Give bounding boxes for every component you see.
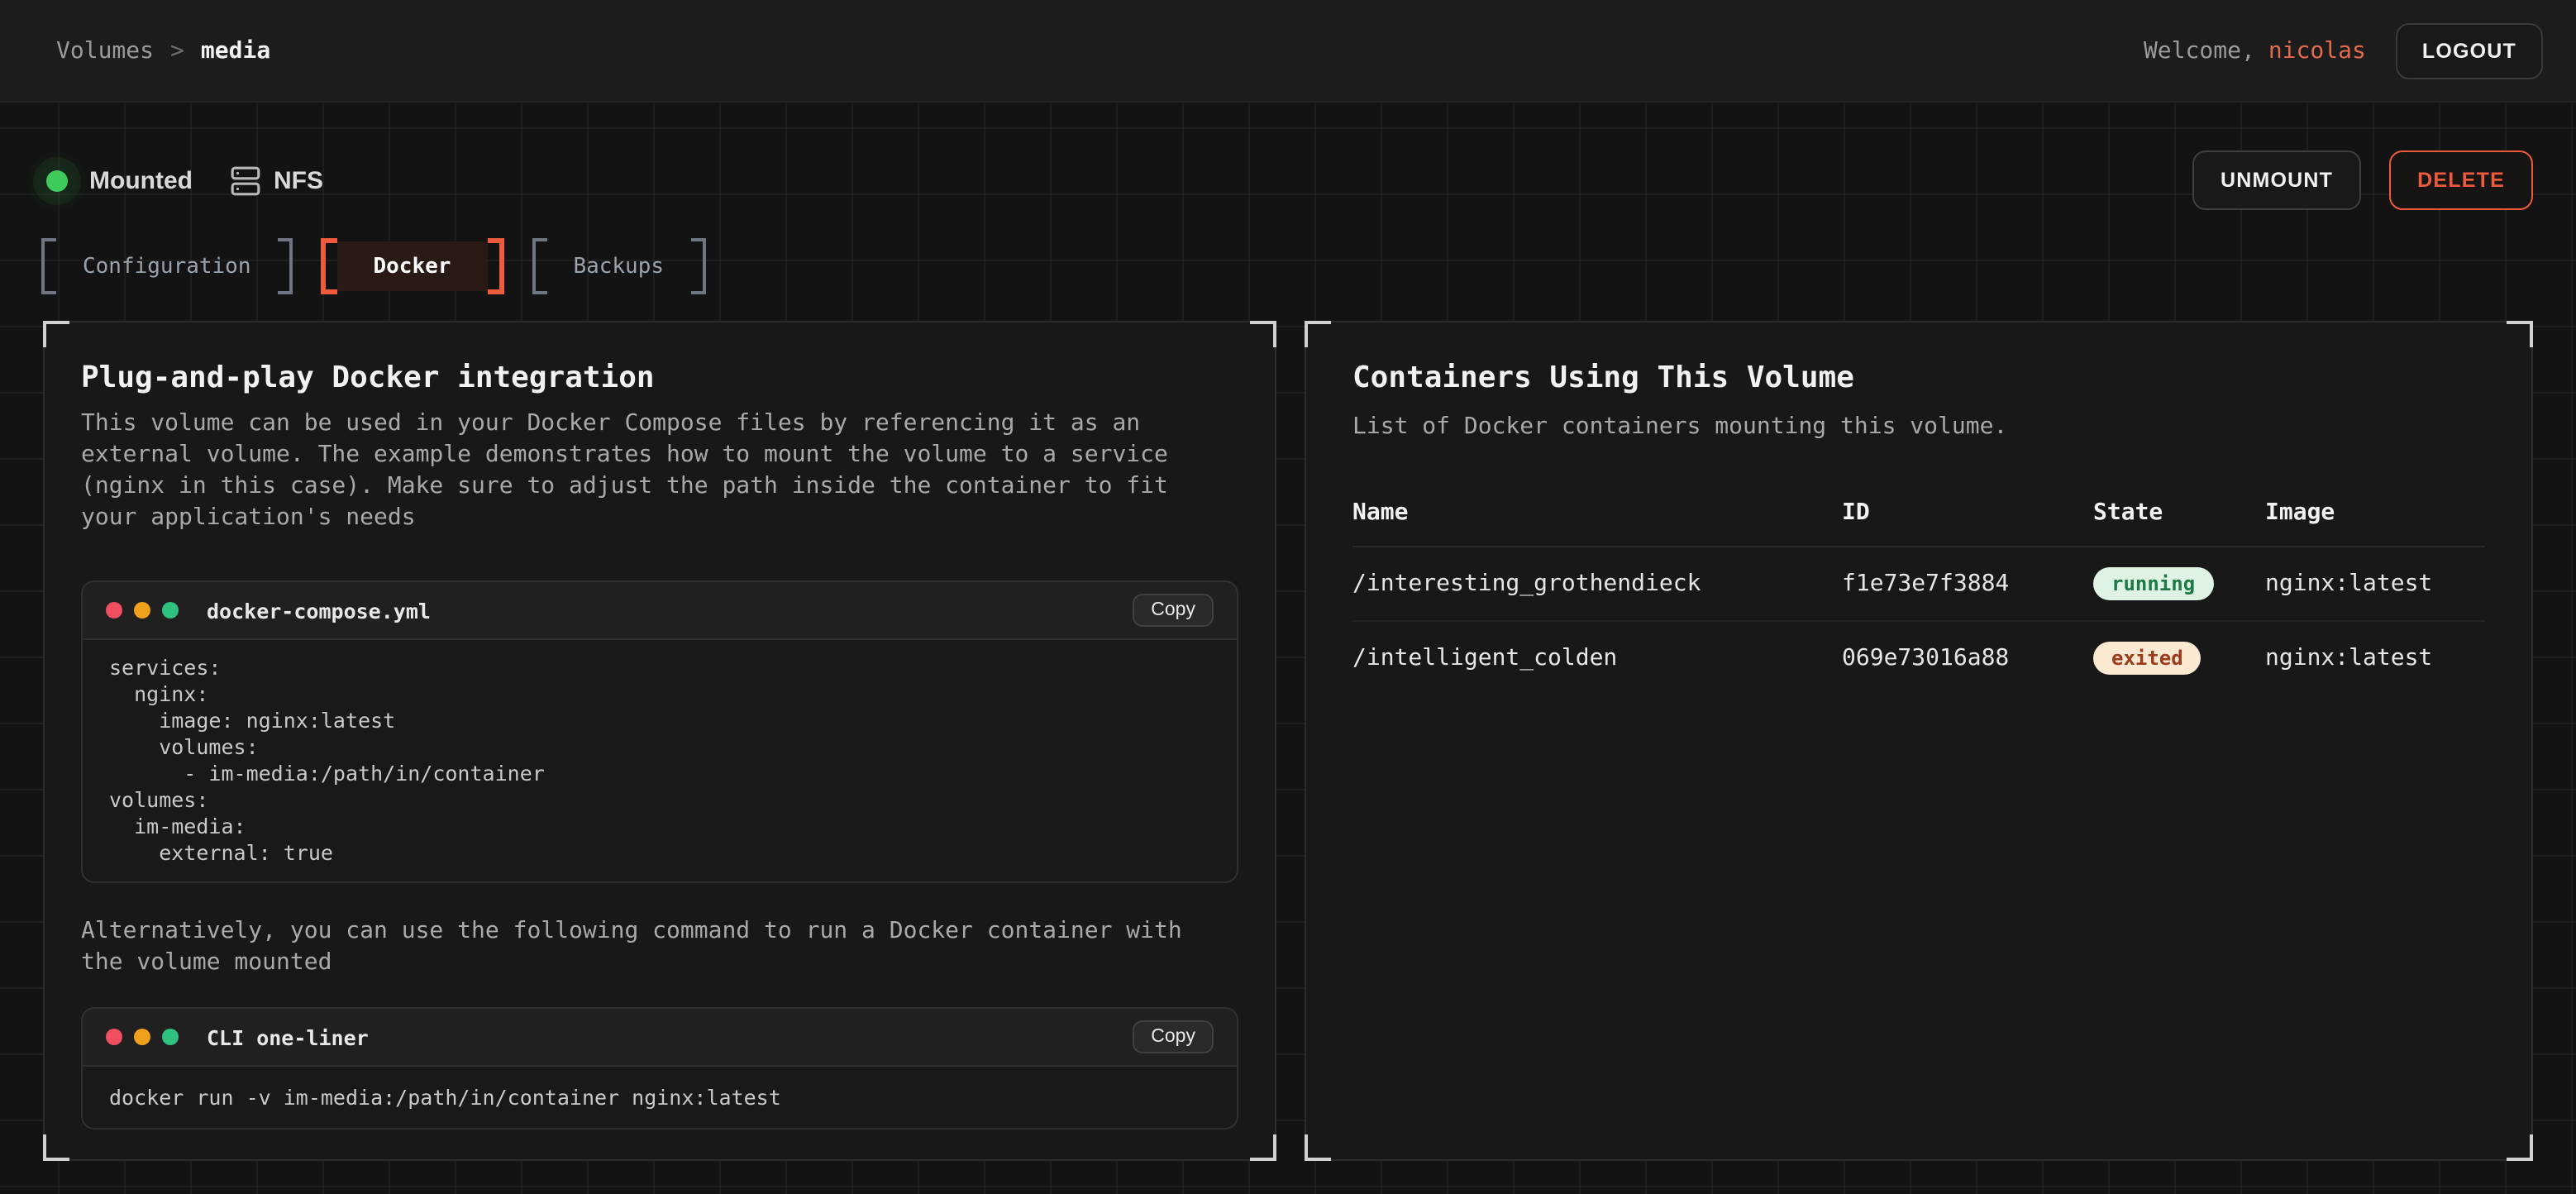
bracket-left-icon (532, 238, 546, 294)
table-row: /intelligent_colden 069e73016a88 exited … (1352, 622, 2485, 695)
compose-code-block-header: docker-compose.yml Copy (83, 582, 1237, 640)
docker-panel-title: Plug-and-play Docker integration (81, 359, 1238, 399)
topbar: Volumes > media Welcome, nicolas LOGOUT (0, 0, 2576, 103)
username: nicolas (2268, 37, 2366, 64)
cli-code-block-header: CLI one-liner Copy (83, 1009, 1237, 1067)
delete-button[interactable]: DELETE (2389, 150, 2533, 210)
bracket-right-icon (690, 238, 705, 294)
corner-bracket (2507, 1134, 2533, 1161)
terminal-dot-green-icon (162, 602, 179, 618)
app-root: Volumes > media Welcome, nicolas LOGOUT … (0, 0, 2576, 1194)
docker-panel-description: This volume can be used in your Docker C… (81, 408, 1185, 534)
server-icon (231, 165, 262, 196)
bracket-left-icon (321, 238, 337, 294)
tab-docker[interactable]: Docker (321, 238, 504, 294)
cli-block-title: CLI one-liner (207, 1024, 369, 1049)
terminal-dot-yellow-icon (134, 1029, 150, 1045)
welcome-text: Welcome, nicolas (2144, 37, 2366, 64)
compose-code-block: docker-compose.yml Copy services: nginx:… (81, 580, 1238, 883)
corner-bracket (1305, 1134, 1331, 1161)
panels-row: Plug-and-play Docker integration This vo… (0, 321, 2576, 1161)
tab-bar: Configuration Docker Backups (0, 238, 2576, 294)
topbar-right: Welcome, nicolas LOGOUT (2144, 22, 2543, 79)
corner-bracket (1250, 1134, 1276, 1161)
corner-bracket (43, 1134, 69, 1161)
welcome-prefix: Welcome, (2144, 37, 2255, 64)
tab-backups-label: Backups (546, 238, 690, 294)
volume-type-label: NFS (274, 166, 323, 194)
bracket-left-icon (41, 238, 56, 294)
cli-intro-text: Alternatively, you can use the following… (81, 916, 1185, 979)
tab-docker-label: Docker (337, 241, 488, 291)
column-header-id: ID (1842, 499, 2093, 526)
cli-code: docker run -v im-media:/path/in/containe… (83, 1067, 1237, 1128)
corner-bracket (1250, 321, 1276, 347)
logout-button[interactable]: LOGOUT (2396, 22, 2543, 79)
volume-status: Mounted NFS (46, 165, 323, 196)
corner-bracket (2507, 321, 2533, 347)
docker-integration-panel: Plug-and-play Docker integration This vo… (43, 321, 1276, 1161)
main-content: Mounted NFS UNMOUNT DELETE (0, 103, 2576, 1194)
container-name: /intelligent_colden (1352, 645, 1842, 671)
container-image: nginx:latest (2265, 571, 2485, 597)
corner-bracket (1305, 321, 1331, 347)
containers-panel-description: List of Docker containers mounting this … (1352, 412, 2457, 443)
mounted-status-label: Mounted (89, 166, 193, 194)
unmount-button[interactable]: UNMOUNT (2192, 150, 2361, 210)
chevron-right-icon: > (170, 37, 184, 64)
copy-compose-button[interactable]: Copy (1133, 594, 1214, 627)
status-row: Mounted NFS UNMOUNT DELETE (0, 103, 2576, 212)
bracket-right-icon (487, 238, 503, 294)
containers-table-header: Name ID State Image (1352, 486, 2485, 546)
corner-bracket (43, 321, 69, 347)
containers-panel: Containers Using This Volume List of Doc… (1305, 321, 2533, 1161)
volume-type: NFS (231, 165, 323, 196)
breadcrumb-volumes-link[interactable]: Volumes (56, 37, 154, 64)
breadcrumb-current-volume: media (201, 37, 270, 64)
column-header-name: Name (1352, 499, 1842, 526)
column-header-image: Image (2265, 499, 2485, 526)
volume-actions: UNMOUNT DELETE (2192, 150, 2533, 210)
compose-filename: docker-compose.yml (207, 598, 431, 623)
container-state: running (2093, 567, 2265, 600)
container-state: exited (2093, 642, 2265, 675)
containers-table: Name ID State Image /interesting_grothen… (1352, 486, 2485, 695)
container-image: nginx:latest (2265, 645, 2485, 671)
breadcrumb: Volumes > media (56, 37, 270, 64)
terminal-dot-green-icon (162, 1029, 179, 1045)
tab-configuration[interactable]: Configuration (41, 238, 293, 294)
copy-cli-button[interactable]: Copy (1133, 1020, 1214, 1053)
terminal-dot-red-icon (106, 1029, 122, 1045)
container-name: /interesting_grothendieck (1352, 571, 1842, 597)
mounted-status-dot-icon (46, 170, 68, 191)
status-badge: exited (2093, 642, 2202, 675)
column-header-state: State (2093, 499, 2265, 526)
bracket-right-icon (278, 238, 293, 294)
cli-code-block: CLI one-liner Copy docker run -v im-medi… (81, 1007, 1238, 1130)
tab-backups[interactable]: Backups (532, 238, 705, 294)
terminal-dot-yellow-icon (134, 602, 150, 618)
container-id: f1e73e7f3884 (1842, 571, 2093, 597)
compose-code: services: nginx: image: nginx:latest vol… (83, 640, 1237, 881)
table-row: /interesting_grothendieck f1e73e7f3884 r… (1352, 547, 2485, 620)
container-id: 069e73016a88 (1842, 645, 2093, 671)
tab-configuration-label: Configuration (56, 238, 278, 294)
status-badge: running (2093, 567, 2213, 600)
terminal-dot-red-icon (106, 602, 122, 618)
containers-panel-title: Containers Using This Volume (1352, 359, 2485, 399)
